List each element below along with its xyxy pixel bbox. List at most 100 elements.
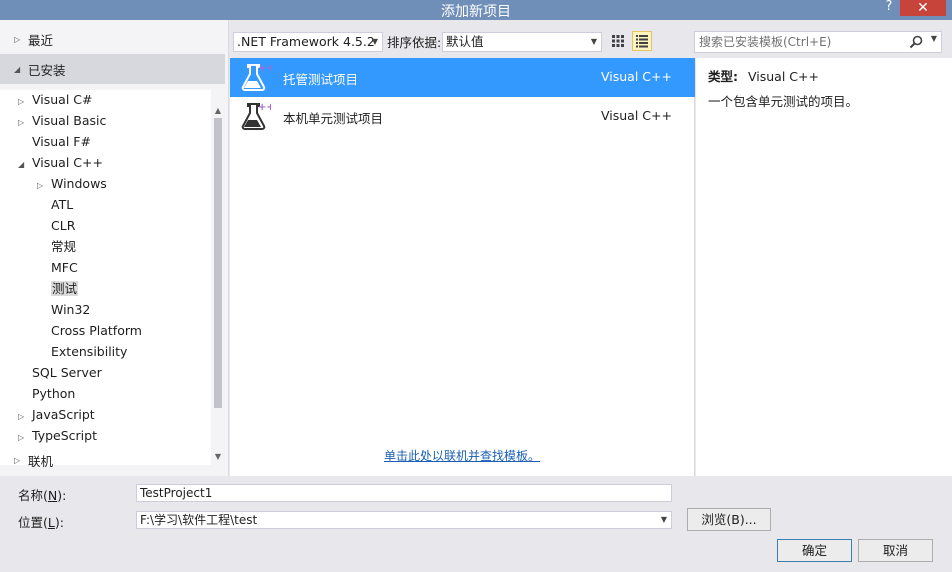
ok-button[interactable]: 确定 — [777, 539, 852, 562]
tree-item[interactable]: ▷ Visual Basic — [18, 111, 106, 131]
title-bar: 添加新项目 ? ✕ — [0, 0, 952, 20]
template-language: Visual C++ — [601, 69, 672, 84]
online-templates-link[interactable]: 单击此处以联机并查找模板。 — [384, 447, 540, 464]
search-input[interactable] — [695, 32, 905, 52]
cancel-button[interactable]: 取消 — [858, 539, 933, 562]
template-language: Visual C++ — [601, 108, 672, 123]
template-description: 一个包含单元测试的项目。 — [708, 94, 859, 109]
search-icon[interactable] — [909, 35, 923, 49]
node-installed-label: 已安装 — [28, 62, 66, 78]
tree-item[interactable]: 测试 — [37, 279, 79, 299]
node-recent-label: 最近 — [28, 32, 54, 48]
tree-item-label: JavaScript — [32, 407, 95, 422]
template-details: 类型: Visual C++ 一个包含单元测试的项目。 — [696, 58, 952, 476]
tree-item-label: Windows — [51, 176, 107, 191]
chevron-right-icon: ▷ — [14, 34, 21, 44]
dropdown-arrow-icon: ▼ — [590, 37, 597, 46]
template-search[interactable]: ▼ — [694, 31, 942, 53]
tree-item[interactable]: ▷ Visual C# — [18, 90, 93, 110]
scroll-thumb[interactable] — [214, 118, 222, 408]
tree-item-label: ATL — [51, 197, 74, 212]
tree-item[interactable]: ▷ TypeScript — [18, 426, 97, 446]
tree-item[interactable]: Extensibility — [37, 342, 127, 362]
sort-select[interactable]: 默认值 ▼ — [442, 32, 602, 52]
tree-item[interactable]: ATL — [37, 195, 73, 215]
chevron-right-icon[interactable]: ▷ — [18, 407, 32, 427]
installed-tree: ▷ Visual C# ▷ Visual Basic Visual F# ◢ Visual … — [0, 90, 211, 465]
tree-item-label: SQL Server — [32, 365, 102, 380]
type-line: 类型: Visual C++ — [708, 66, 819, 85]
list-view-button[interactable] — [632, 31, 652, 51]
sort-value: 默认值 — [446, 34, 484, 49]
triangle-down-icon[interactable]: ◢ — [18, 155, 32, 175]
tree-item[interactable]: Visual F# — [18, 132, 91, 152]
list-view-icon — [636, 35, 648, 48]
small-icons-view-button[interactable] — [608, 31, 628, 51]
tree-item[interactable]: Win32 — [37, 300, 90, 320]
chevron-right-icon[interactable]: ▷ — [18, 92, 32, 112]
tree-item[interactable]: CLR — [37, 216, 75, 236]
window-title: 添加新项目 — [441, 4, 511, 20]
tree-item-label: Visual C# — [32, 92, 93, 107]
scroll-up-icon[interactable]: ▲ — [211, 104, 225, 118]
location-combo[interactable]: F:\学习\软件工程\test ▼ — [136, 511, 672, 529]
tree-item-label: Visual C++ — [32, 155, 103, 170]
template-name: 本机单元测试项目 — [283, 111, 384, 126]
close-button[interactable]: ✕ — [900, 0, 946, 16]
tree-item-label: 常规 — [51, 239, 77, 254]
browse-button[interactable]: 浏览(B)... — [687, 508, 771, 531]
tree-item-label: Visual Basic — [32, 113, 107, 128]
svg-text:++: ++ — [258, 102, 271, 113]
dropdown-arrow-icon: ▼ — [371, 37, 378, 46]
tree-item-label: Python — [32, 386, 76, 401]
chevron-right-icon[interactable]: ▷ — [37, 176, 51, 196]
template-row[interactable]: ++ 本机单元测试项目 Visual C++ — [230, 97, 695, 136]
chevron-right-icon: ▷ — [14, 455, 21, 465]
dropdown-arrow-icon[interactable]: ▼ — [931, 34, 937, 43]
tree-item-label: Visual F# — [32, 134, 91, 149]
tree-item-label: CLR — [51, 218, 76, 233]
tree-item-label: Cross Platform — [51, 323, 142, 338]
triangle-down-icon: ◢ — [14, 64, 21, 74]
tree-item[interactable]: MFC — [37, 258, 78, 278]
test-flask-icon: ++ — [241, 63, 271, 91]
tree-item[interactable]: 常规 — [37, 237, 76, 257]
type-label: 类型: — [708, 69, 738, 84]
project-name-input[interactable]: TestProject1 — [136, 484, 672, 502]
tree-item-label: TypeScript — [32, 428, 97, 443]
name-label: 名称(N): — [18, 488, 67, 503]
grid-view-icon — [612, 35, 624, 47]
tree-item-label: MFC — [51, 260, 78, 275]
svg-text:++: ++ — [258, 63, 271, 74]
template-toolbar: .NET Framework 4.5.2 ▼ 排序依据: 默认值 ▼ 搜索已安装… — [230, 28, 952, 54]
node-online[interactable]: ▷ 联机 — [0, 446, 225, 474]
node-installed[interactable]: ◢ 已安装 — [0, 54, 225, 84]
tree-item[interactable]: ◢ Visual C++ — [18, 153, 103, 173]
tree-item[interactable]: ▷ JavaScript — [18, 405, 95, 425]
location-label: 位置(L): — [18, 515, 64, 530]
framework-value: .NET Framework 4.5.2 — [237, 34, 375, 49]
node-online-label: 联机 — [28, 453, 54, 469]
tree-item-label: 测试 — [51, 281, 79, 296]
tree-item-label: Extensibility — [51, 344, 128, 359]
sort-label: 排序依据: — [387, 35, 442, 50]
template-row[interactable]: ++ 托管测试项目 Visual C++ — [230, 58, 695, 97]
chevron-right-icon[interactable]: ▷ — [18, 428, 32, 448]
tree-item[interactable]: ▷ Windows — [37, 174, 107, 194]
project-name-value: TestProject1 — [140, 486, 213, 500]
template-name: 托管测试项目 — [283, 72, 359, 87]
tree-item[interactable]: Cross Platform — [37, 321, 142, 341]
dropdown-arrow-icon: ▼ — [660, 515, 667, 524]
category-panel: ▷ 最近 ◢ 已安装 ▷ Visual C# ▷ Visual Basic Visual… — [0, 20, 229, 476]
tree-scrollbar[interactable]: ▲ ▼ — [211, 90, 225, 465]
framework-select[interactable]: .NET Framework 4.5.2 ▼ — [233, 32, 383, 52]
tree-item-label: Win32 — [51, 302, 91, 317]
test-flask-icon: ++ — [241, 102, 271, 130]
chevron-right-icon[interactable]: ▷ — [18, 113, 32, 133]
tree-item[interactable]: Python — [18, 384, 75, 404]
location-value: F:\学习\软件工程\test — [140, 513, 258, 527]
tree-item[interactable]: SQL Server — [18, 363, 102, 383]
help-button[interactable]: ? — [882, 0, 896, 14]
node-recent[interactable]: ▷ 最近 — [0, 24, 225, 54]
type-value: Visual C++ — [748, 69, 819, 84]
